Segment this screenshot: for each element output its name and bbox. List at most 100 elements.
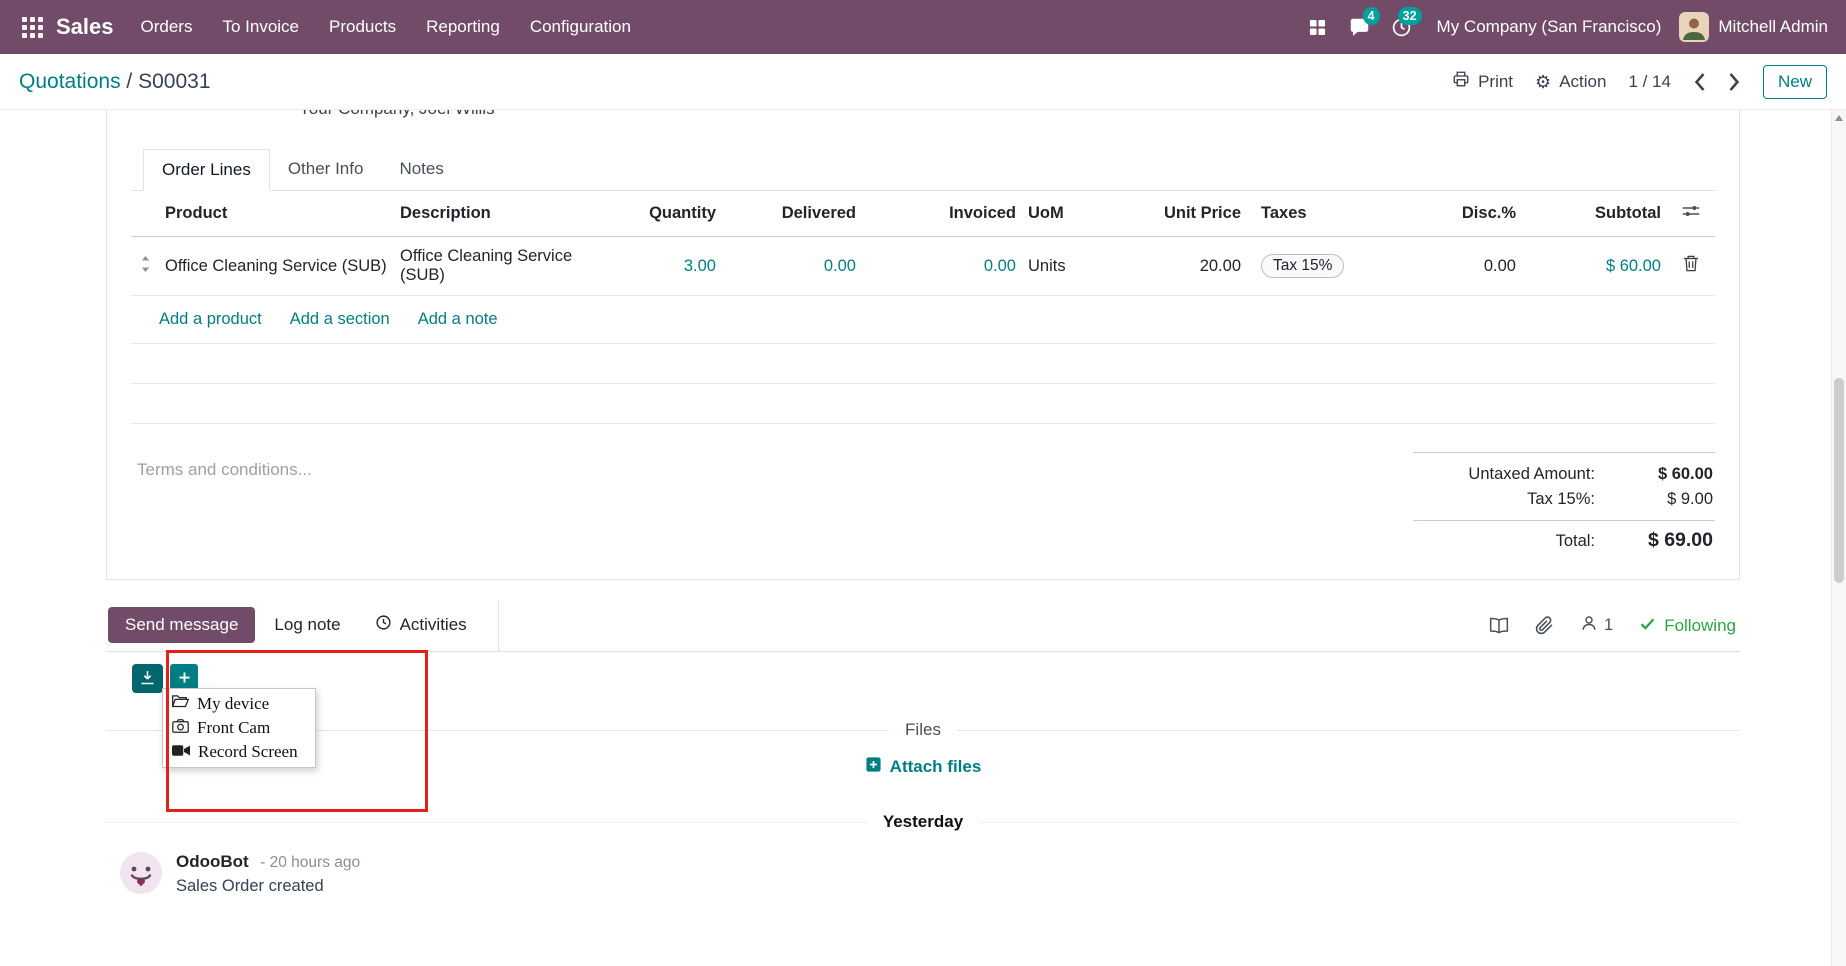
total-value: $ 69.00 [1595,529,1713,552]
open-book-icon[interactable] [1489,617,1509,635]
tab-other-info[interactable]: Other Info [270,149,382,191]
message-content: OdooBot - 20 hours ago Sales Order creat… [176,852,360,899]
tab-notes[interactable]: Notes [381,149,461,191]
cell-taxes: Tax 15% [1247,244,1412,288]
company-switcher[interactable]: My Company (San Francisco) [1437,17,1662,37]
user-name[interactable]: Mitchell Admin [1718,17,1828,37]
breadcrumb-quotations[interactable]: Quotations [19,70,121,93]
activities-badge: 32 [1398,7,1422,25]
tax-pill[interactable]: Tax 15% [1261,254,1344,278]
chatter-buttons: Send message Log note Activities [106,600,499,651]
chatter-message: OdooBot - 20 hours ago Sales Order creat… [106,852,1740,899]
order-line-row[interactable]: Office Cleaning Service (SUB) Office Cle… [131,237,1715,296]
paperclip-icon[interactable] [1535,616,1554,635]
tax-value: $ 9.00 [1595,490,1713,509]
scrollbar[interactable] [1831,110,1846,966]
delete-line-icon[interactable] [1667,245,1715,287]
cell-uom[interactable]: Units [1022,247,1117,286]
activities-clock-icon[interactable]: 32 [1381,0,1423,54]
order-lines-header: Product Description Quantity Delivered I… [131,191,1715,237]
pager-previous-icon[interactable] [1693,72,1706,92]
plus-square-icon [865,756,882,778]
header-disc[interactable]: Disc.% [1412,192,1522,235]
menu-item-record-screen[interactable]: Record Screen [163,740,315,764]
header-delivered[interactable]: Delivered [722,192,862,235]
empty-order-line [131,384,1715,424]
terms-placeholder[interactable]: Terms and conditions... [137,452,312,555]
menu-item-my-device[interactable]: My device [163,692,315,716]
message-timestamp: - 20 hours ago [260,854,360,871]
date-divider: Yesterday [106,812,1740,832]
header-subtotal[interactable]: Subtotal [1522,192,1667,235]
cell-disc[interactable]: 0.00 [1412,247,1522,286]
add-section-link[interactable]: Add a section [290,310,390,329]
nav-item-orders[interactable]: Orders [126,0,208,54]
messages-badge: 4 [1363,7,1380,25]
order-line-links: Add a product Add a section Add a note [131,296,1715,344]
pager-value: 1 / 14 [1628,72,1671,92]
message-body: Sales Order created [176,877,360,896]
breadcrumb-separator: / [126,70,132,93]
header-invoiced[interactable]: Invoiced [862,192,1022,235]
send-message-button[interactable]: Send message [108,607,255,643]
empty-order-line [131,344,1715,384]
camera-icon [172,718,189,738]
download-icon [139,669,156,689]
cell-delivered[interactable]: 0.00 [722,247,862,286]
divider-line [106,822,867,823]
odoobot-avatar [120,852,162,899]
drag-handle-icon[interactable] [131,246,159,287]
attachment-toolbar [106,664,1740,696]
tax-row: Tax 15%: $ 9.00 [1413,487,1715,512]
optional-columns-icon[interactable] [1667,191,1715,236]
log-note-button[interactable]: Log note [259,607,355,643]
add-note-link[interactable]: Add a note [418,310,498,329]
attach-files-link[interactable]: Attach files [865,756,982,778]
tab-order-lines[interactable]: Order Lines [143,149,270,191]
nav-item-products[interactable]: Products [314,0,411,54]
nav-item-reporting[interactable]: Reporting [411,0,515,54]
cell-subtotal: $ 60.00 [1522,247,1667,286]
chatter: Send message Log note Activities 1 Follo… [106,600,1740,899]
add-product-link[interactable]: Add a product [159,310,262,329]
cell-quantity[interactable]: 3.00 [617,247,722,286]
scrollbar-up-arrow[interactable] [1835,115,1843,121]
scrollbar-thumb[interactable] [1834,378,1844,583]
followers-count: 1 [1604,616,1613,635]
cell-invoiced[interactable]: 0.00 [862,247,1022,286]
check-icon [1639,615,1656,637]
message-author[interactable]: OdooBot [176,852,249,871]
print-button[interactable]: Print [1452,70,1513,93]
untaxed-amount-value: $ 60.00 [1595,465,1713,484]
new-button[interactable]: New [1763,65,1827,99]
messages-icon[interactable]: 4 [1339,0,1381,54]
header-product[interactable]: Product [159,192,394,235]
menu-item-front-cam[interactable]: Front Cam [163,716,315,740]
cell-description[interactable]: Office Cleaning Service (SUB) [394,237,617,295]
header-quantity[interactable]: Quantity [617,192,722,235]
following-button[interactable]: Following [1639,615,1736,637]
action-button[interactable]: ⚙ Action [1535,72,1606,92]
video-icon [172,742,190,762]
header-description[interactable]: Description [394,192,617,235]
grid-icon[interactable] [1297,0,1339,54]
apps-menu-icon[interactable] [12,0,52,54]
nav-item-configuration[interactable]: Configuration [515,0,646,54]
activities-button[interactable]: Activities [360,606,482,644]
clock-icon [375,614,392,636]
pager-next-icon[interactable] [1728,72,1741,92]
user-avatar[interactable] [1679,12,1709,42]
cell-product[interactable]: Office Cleaning Service (SUB) [159,247,394,286]
folder-icon [172,694,189,714]
nav-item-to-invoice[interactable]: To Invoice [207,0,314,54]
printer-icon [1452,70,1470,93]
cell-unit-price[interactable]: 20.00 [1117,247,1247,286]
app-name[interactable]: Sales [56,14,114,40]
download-button[interactable] [132,664,163,693]
header-taxes[interactable]: Taxes [1247,192,1412,235]
followers-button[interactable]: 1 [1580,614,1613,637]
breadcrumb: Quotations / S00031 [19,70,211,94]
header-uom[interactable]: UoM [1022,192,1117,235]
chatter-tools: 1 Following [1489,614,1740,637]
header-unit-price[interactable]: Unit Price [1117,192,1247,235]
